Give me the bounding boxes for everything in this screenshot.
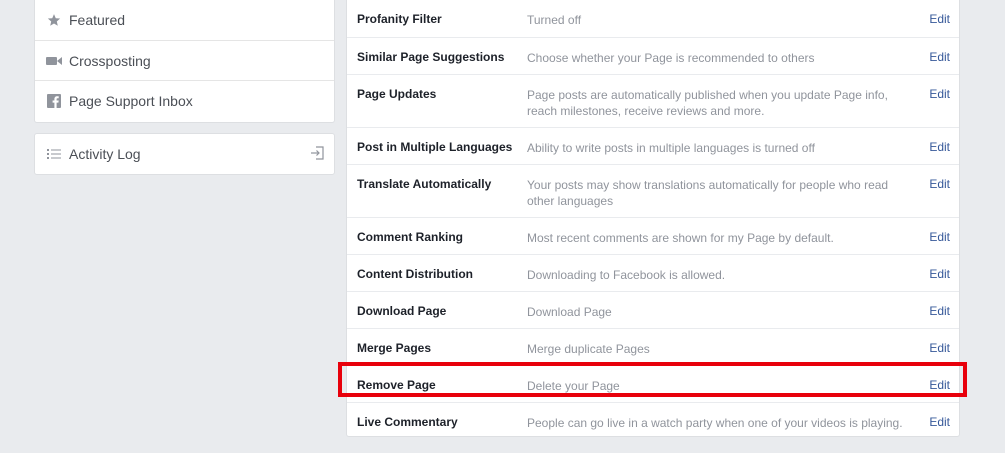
settings-row-live-commentary: Live Commentary People can go live in a … (347, 402, 959, 437)
edit-link[interactable]: Edit (929, 87, 950, 101)
edit-link[interactable]: Edit (929, 341, 950, 355)
setting-label: Download Page (357, 304, 447, 318)
edit-link[interactable]: Edit (929, 415, 950, 429)
setting-label: Page Updates (357, 87, 437, 101)
sidebar-item-label: Featured (69, 12, 126, 28)
settings-row-profanity-filter: Profanity Filter Turned off Edit (347, 0, 959, 37)
setting-description: Downloading to Facebook is allowed. (527, 268, 726, 282)
setting-description: Turned off (527, 13, 582, 27)
settings-row-post-in-multiple-languages: Post in Multiple Languages Ability to wr… (347, 127, 959, 164)
edit-link[interactable]: Edit (929, 378, 950, 392)
sidebar-item-page-support-inbox[interactable]: Page Support Inbox (35, 80, 334, 120)
setting-label: Live Commentary (357, 415, 458, 429)
settings-row-page-updates: Page Updates Page posts are automaticall… (347, 74, 959, 127)
edit-link[interactable]: Edit (929, 267, 950, 281)
edit-link[interactable]: Edit (929, 50, 950, 64)
setting-label: Translate Automatically (357, 177, 492, 191)
sign-in-icon[interactable] (310, 146, 324, 163)
general-settings-panel: Profanity Filter Turned off Edit Similar… (346, 0, 960, 437)
setting-description: Choose whether your Page is recommended … (527, 51, 815, 65)
settings-row-download-page: Download Page Download Page Edit (347, 291, 959, 328)
sidebar-item-featured[interactable]: Featured (35, 0, 334, 40)
settings-row-translate-automatically: Translate Automatically Your posts may s… (347, 164, 959, 217)
edit-link[interactable]: Edit (929, 140, 950, 154)
setting-label: Content Distribution (357, 267, 473, 281)
sidebar-item-crossposting[interactable]: Crossposting (35, 40, 334, 80)
setting-description: Delete your Page (527, 379, 620, 393)
edit-link[interactable]: Edit (929, 177, 950, 191)
settings-row-similar-page-suggestions: Similar Page Suggestions Choose whether … (347, 37, 959, 74)
setting-description: Ability to write posts in multiple langu… (527, 141, 815, 155)
activity-log-card: Activity Log (34, 133, 335, 175)
setting-description: Download Page (527, 305, 612, 319)
settings-row-comment-ranking: Comment Ranking Most recent comments are… (347, 217, 959, 254)
setting-description: Your posts may show translations automat… (527, 178, 889, 208)
sidebar-menu: Featured Crossposting Page Support Inbox (34, 0, 335, 123)
setting-description: Page posts are automatically published w… (527, 88, 888, 118)
sidebar-item-label: Activity Log (69, 146, 141, 162)
settings-row-content-distribution: Content Distribution Downloading to Face… (347, 254, 959, 291)
setting-label: Remove Page (357, 378, 436, 392)
setting-label: Profanity Filter (357, 12, 442, 26)
setting-label: Post in Multiple Languages (357, 140, 513, 154)
setting-description: Most recent comments are shown for my Pa… (527, 231, 834, 245)
setting-description: People can go live in a watch party when… (527, 416, 903, 430)
setting-label: Similar Page Suggestions (357, 50, 505, 64)
setting-description: Merge duplicate Pages (527, 342, 650, 356)
settings-row-remove-page: Remove Page Delete your Page Edit (347, 365, 959, 402)
facebook-icon (46, 93, 62, 109)
sidebar-item-label: Crossposting (69, 52, 151, 69)
edit-link[interactable]: Edit (929, 304, 950, 318)
sidebar-item-activity-log[interactable]: Activity Log (35, 134, 334, 174)
settings-row-merge-pages: Merge Pages Merge duplicate Pages Edit (347, 328, 959, 365)
edit-link[interactable]: Edit (929, 230, 950, 244)
list-icon (46, 146, 62, 162)
sidebar-item-label: Page Support Inbox (69, 92, 193, 109)
setting-label: Comment Ranking (357, 230, 464, 244)
video-camera-icon (46, 53, 62, 69)
edit-link[interactable]: Edit (929, 12, 950, 26)
setting-label: Merge Pages (357, 341, 432, 355)
star-icon (46, 12, 62, 28)
